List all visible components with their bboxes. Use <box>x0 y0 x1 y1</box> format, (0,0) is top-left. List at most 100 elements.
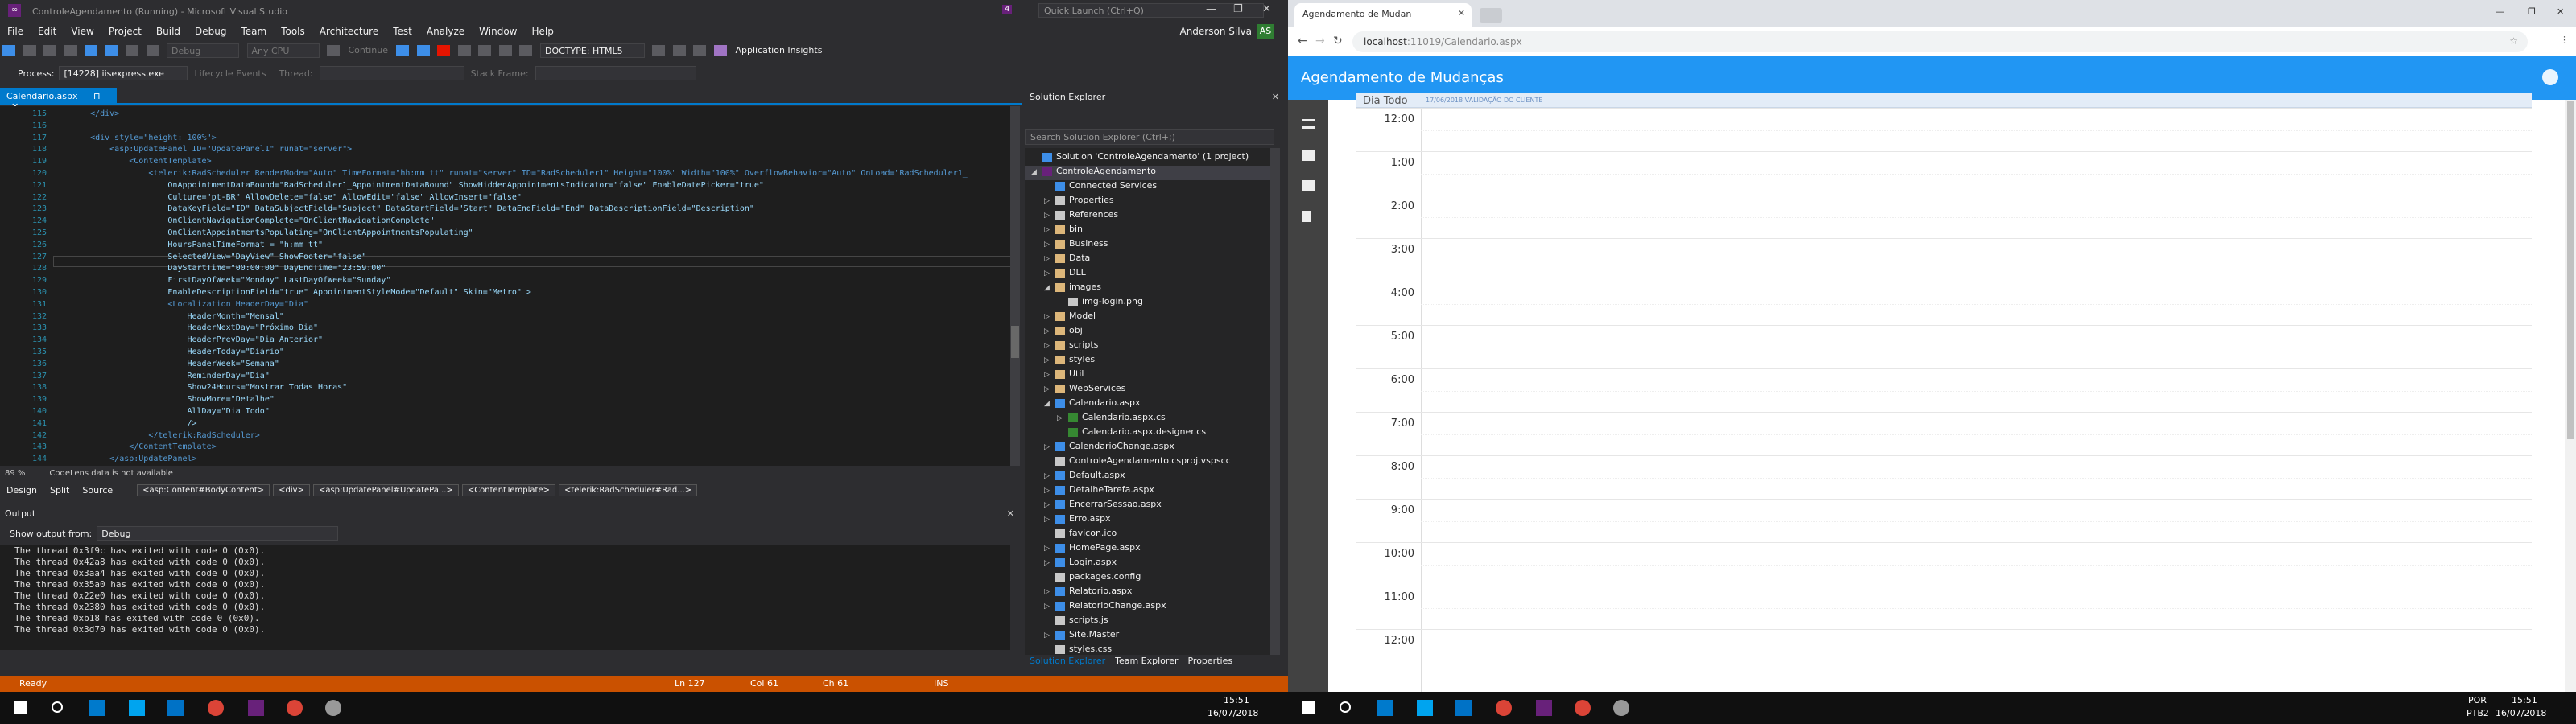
doctype-dropdown[interactable]: DOCTYPE: HTML5 <box>539 43 645 58</box>
hour-row[interactable]: 12:00 <box>1356 629 2532 673</box>
pin-icon[interactable]: ⊓ <box>93 91 101 101</box>
back-icon[interactable]: ← <box>1298 35 1307 47</box>
tree-item[interactable]: ▷ Data <box>1025 253 1270 267</box>
continue-icon[interactable] <box>327 45 340 56</box>
menu-view[interactable]: View <box>71 26 93 37</box>
minimize-icon[interactable]: — <box>2496 6 2504 17</box>
chrome-icon[interactable] <box>1496 700 1512 716</box>
zoom-level[interactable]: 89 % <box>5 469 25 478</box>
menu-window[interactable]: Window <box>479 26 517 37</box>
tree-item[interactable]: ▷ Login.aspx <box>1025 557 1270 571</box>
expand-arrow-icon[interactable]: ▷ <box>1044 472 1055 480</box>
hour-row[interactable]: 1:00 <box>1356 151 2532 195</box>
appointment-label[interactable]: 17/06/2018 VALIDAÇÃO DO CLIENTE <box>1426 97 1542 104</box>
expand-arrow-icon[interactable]: ▷ <box>1044 212 1055 220</box>
keyboard-layout[interactable]: PTB2 <box>2467 708 2489 718</box>
vscode-icon[interactable] <box>89 700 105 716</box>
tree-item[interactable]: ▷ CalendarioChange.aspx <box>1025 441 1270 455</box>
menu-file[interactable]: File <box>7 26 23 37</box>
maximize-icon[interactable]: ❐ <box>1233 3 1243 15</box>
expand-arrow-icon[interactable]: ▷ <box>1044 327 1055 335</box>
close-output-icon[interactable]: ✕ <box>1007 508 1014 519</box>
hour-row[interactable]: 6:00 <box>1356 368 2532 412</box>
expand-arrow-icon[interactable]: ◢ <box>1044 284 1055 292</box>
step-out-icon[interactable] <box>519 45 533 56</box>
expand-arrow-icon[interactable]: ▷ <box>1044 588 1055 596</box>
stack-frame-dropdown[interactable] <box>535 66 696 80</box>
refresh-icon[interactable] <box>396 45 410 56</box>
reload-icon[interactable]: ↻ <box>1333 35 1343 47</box>
expand-arrow-icon[interactable]: ▷ <box>1044 385 1055 393</box>
tree-item[interactable]: ▷ WebServices <box>1025 383 1270 397</box>
menu-icon[interactable] <box>1302 119 1315 129</box>
browser-tab[interactable]: Agendamento de Mudan ✕ <box>1294 3 1472 27</box>
process-dropdown[interactable]: [14228] iisexpress.exe <box>59 66 188 80</box>
expand-arrow-icon[interactable]: ▷ <box>1044 501 1055 509</box>
hour-row[interactable]: 9:00 <box>1356 499 2532 542</box>
quick-launch-input[interactable]: Quick Launch (Ctrl+Q) <box>1038 3 1264 18</box>
tree-item[interactable]: ▷ Util <box>1025 368 1270 383</box>
tree-item[interactable]: ◢ Calendario.aspx <box>1025 397 1270 412</box>
expand-arrow-icon[interactable]: ▷ <box>1044 255 1055 263</box>
app-insights-button[interactable]: Application Insights <box>735 45 822 56</box>
tree-item[interactable]: ▷ RelatorioChange.aspx <box>1025 600 1270 615</box>
expand-arrow-icon[interactable]: ▷ <box>1044 269 1055 278</box>
tree-item[interactable]: ▷ Relatorio.aspx <box>1025 586 1270 600</box>
menu-architecture[interactable]: Architecture <box>320 26 378 37</box>
visual-studio-icon[interactable] <box>1536 700 1552 716</box>
solution-tree[interactable]: Solution 'ControleAgendamento' (1 projec… <box>1025 148 1270 655</box>
dashboard-icon[interactable] <box>1302 150 1315 161</box>
search-icon[interactable] <box>1340 701 1351 713</box>
source-view-button[interactable]: Source <box>82 485 113 496</box>
tree-item[interactable]: ▷ Site.Master <box>1025 629 1270 644</box>
app-insights-icon[interactable] <box>713 45 727 56</box>
windows-start-icon[interactable] <box>14 701 27 714</box>
day-scheduler[interactable]: Dia Todo 17/06/2018 VALIDAÇÃO DO CLIENTE… <box>1356 93 2532 692</box>
platform-dropdown[interactable]: Any CPU <box>246 43 320 58</box>
expand-arrow-icon[interactable]: ▷ <box>1044 603 1055 611</box>
tree-item[interactable]: ControleAgendamento.csproj.vspscc <box>1025 455 1270 470</box>
tree-item[interactable]: ◢ images <box>1025 282 1270 296</box>
format-icon[interactable] <box>652 45 666 56</box>
breadcrumb-item[interactable]: <div> <box>273 483 310 496</box>
tree-item[interactable]: img-login.png <box>1025 296 1270 311</box>
output-text[interactable]: The thread 0x3f9c has exited with code 0… <box>0 545 1010 650</box>
tab-team-explorer[interactable]: Team Explorer <box>1115 656 1178 666</box>
windows-start-icon[interactable] <box>1302 701 1315 714</box>
expand-arrow-icon[interactable]: ▷ <box>1044 516 1055 524</box>
forward-icon[interactable] <box>23 45 36 56</box>
outlook-icon[interactable] <box>167 700 184 716</box>
tree-item[interactable]: Connected Services <box>1025 180 1270 195</box>
tree-item[interactable]: ▷ Erro.aspx <box>1025 513 1270 528</box>
split-view-button[interactable]: Split <box>50 485 69 496</box>
hour-row[interactable]: 11:00 <box>1356 586 2532 629</box>
tree-item[interactable]: favicon.ico <box>1025 528 1270 542</box>
design-view-button[interactable]: Design <box>6 485 37 496</box>
stop-icon[interactable] <box>437 45 451 56</box>
tree-item[interactable]: ▷ EncerrarSessao.aspx <box>1025 499 1270 513</box>
menu-debug[interactable]: Debug <box>195 26 226 37</box>
visual-studio-icon[interactable] <box>248 700 264 716</box>
tree-item[interactable]: ▷ Business <box>1025 238 1270 253</box>
hour-row[interactable]: 3:00 <box>1356 238 2532 282</box>
expand-arrow-icon[interactable]: ▷ <box>1044 487 1055 495</box>
close-panel-icon[interactable]: ✕ <box>1272 92 1279 102</box>
address-bar[interactable]: localhost:11019/Calendario.aspx ☆ <box>1352 31 2528 52</box>
expand-arrow-icon[interactable]: ▷ <box>1044 342 1055 350</box>
hour-row[interactable]: 12:00 <box>1356 108 2532 151</box>
breadcrumb-item[interactable]: <asp:UpdatePanel#UpdatePa...> <box>312 483 459 496</box>
close-icon[interactable]: ✕ <box>1262 3 1271 15</box>
tree-item[interactable]: ▷ HomePage.aspx <box>1025 542 1270 557</box>
menu-tools[interactable]: Tools <box>281 26 305 37</box>
output-source-dropdown[interactable]: Debug <box>97 526 339 541</box>
new-project-icon[interactable] <box>43 45 56 56</box>
page-scrollbar-thumb[interactable] <box>2567 101 2574 439</box>
step-into-icon[interactable] <box>478 45 492 56</box>
save-all-icon[interactable] <box>105 45 118 56</box>
menu-project[interactable]: Project <box>109 26 142 37</box>
bookmark-star-icon[interactable]: ☆ <box>2509 35 2518 47</box>
config-dropdown[interactable]: Debug <box>167 43 239 58</box>
redo-icon[interactable] <box>146 45 159 56</box>
tree-item[interactable]: ▷ References <box>1025 209 1270 224</box>
solution-search-input[interactable]: Search Solution Explorer (Ctrl+;) <box>1025 129 1274 145</box>
